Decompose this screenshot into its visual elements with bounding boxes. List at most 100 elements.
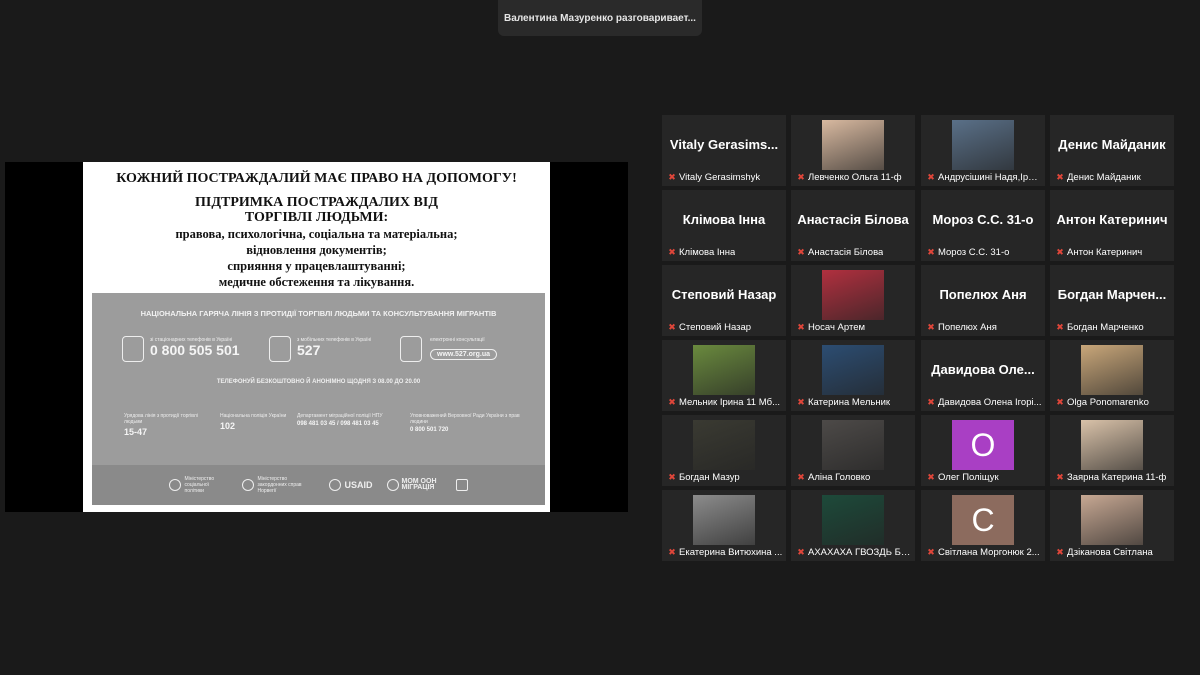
contact-number-1: 15-47	[124, 427, 148, 437]
participant-name: Olga Ponomarenko	[1067, 397, 1149, 408]
trident-icon	[169, 479, 182, 491]
mobile-number: 527	[297, 342, 321, 358]
participant-tile[interactable]: Анастасія Білова ✖ Анастасія Білова	[791, 190, 915, 261]
participant-label: ✖ Давидова Олена Ігорі...	[924, 397, 1042, 408]
participant-tile[interactable]: Денис Майданик ✖ Денис Майданик	[1050, 115, 1174, 186]
participant-video	[693, 345, 755, 395]
speaker-toast: Валентина Мазуренко разговаривает...	[498, 0, 702, 36]
online-url: www.527.org.ua	[430, 349, 498, 360]
participant-tile[interactable]: ✖ Носач Артем	[791, 265, 915, 336]
participant-tile[interactable]: Попелюх Аня ✖ Попелюх Аня	[921, 265, 1045, 336]
participant-tile[interactable]: Богдан Марчен... ✖ Богдан Марченко	[1050, 265, 1174, 336]
participant-label: ✖ Аліна Головко	[794, 472, 912, 483]
participant-tile-name: Попелюх Аня	[939, 287, 1027, 302]
participant-label: ✖ Богдан Марченко	[1053, 322, 1171, 333]
participant-tile-name: Денис Майданик	[1058, 137, 1166, 152]
participant-tile[interactable]: ✖ Мельник Ірина 11 Мб...	[662, 340, 786, 411]
mic-off-icon: ✖	[927, 247, 935, 257]
participant-tile[interactable]: ✖ Андрусішині Надя,Іра,...	[921, 115, 1045, 186]
participant-tile[interactable]: ✖ Заярна Катерина 11-ф	[1050, 415, 1174, 486]
participant-tile-name: Vitaly Gerasims...	[669, 137, 779, 152]
participant-name: Давидова Олена Ігорі...	[938, 397, 1042, 408]
participant-name: Денис Майданик	[1067, 172, 1141, 183]
participant-name: Носач Артем	[808, 322, 866, 333]
contact-caption-3: Департамент міграційної поліції НПУ	[297, 413, 383, 419]
poster-logo-strip: Міністерство соціальної політики Міністе…	[92, 465, 545, 505]
partner-logo-icon	[455, 479, 468, 491]
participant-name: Мороз С.С. 31-о	[938, 247, 1010, 258]
participant-tile-name: Антон Катеринич	[1056, 212, 1168, 227]
participant-label: ✖ Денис Майданик	[1053, 172, 1171, 183]
participant-tile[interactable]: Антон Катеринич ✖ Антон Катеринич	[1050, 190, 1174, 261]
participant-tile[interactable]: Vitaly Gerasims... ✖ Vitaly Gerasimshyk	[662, 115, 786, 186]
participant-tile-name: Давидова Оле...	[931, 362, 1035, 377]
participant-name: Попелюх Аня	[938, 322, 997, 333]
slide-heading-1: КОЖНИЙ ПОСТРАЖДАЛИЙ МАЄ ПРАВО НА ДОПОМОГ…	[116, 171, 517, 186]
participant-name: Левченко Ольга 11-ф	[808, 172, 902, 183]
participant-name: Катерина Мельник	[808, 397, 891, 408]
logo-ministry-social: Міністерство соціальної політики	[169, 476, 228, 494]
participant-label: ✖ Світлана Моргонюк 2...	[924, 547, 1042, 558]
contact-caption-4: Уповноважений Верховної Ради України з п…	[410, 413, 520, 425]
slide-line-3: сприяння у працевлаштуванні;	[227, 259, 406, 273]
participant-tile[interactable]: ✖ Olga Ponomarenko	[1050, 340, 1174, 411]
participant-video	[822, 495, 884, 545]
participant-label: ✖ Екатерина Витюхина ...	[665, 547, 783, 558]
participant-name: Екатерина Витюхина ...	[679, 547, 783, 558]
participant-name: Аліна Головко	[808, 472, 871, 483]
participant-tile[interactable]: Давидова Оле... ✖ Давидова Олена Ігорі...	[921, 340, 1045, 411]
participant-name: Vitaly Gerasimshyk	[679, 172, 761, 183]
participant-video	[822, 120, 884, 170]
mic-off-icon: ✖	[668, 397, 676, 407]
participant-tile[interactable]: ✖ Катерина Мельник	[791, 340, 915, 411]
mic-off-icon: ✖	[1056, 547, 1064, 557]
participant-tile[interactable]: ✖ Дзіканова Світлана	[1050, 490, 1174, 561]
participant-video	[822, 270, 884, 320]
participant-avatar: O	[952, 420, 1014, 470]
poster-title: НАЦІОНАЛЬНА ГАРЯЧА ЛІНІЯ З ПРОТИДІЇ ТОРГ…	[140, 309, 497, 318]
participant-label: ✖ АХАХАХА ГВОЗДЬ БЕГ...	[794, 547, 912, 558]
slide-heading-3: ТОРГІВЛІ ЛЮДЬМИ:	[244, 210, 389, 225]
slide-line-2: відновлення документів;	[246, 243, 387, 257]
participant-label: ✖ Степовий Назар	[665, 322, 783, 333]
hotline-poster: НАЦІОНАЛЬНА ГАРЯЧА ЛІНІЯ З ПРОТИДІЇ ТОРГ…	[92, 293, 545, 505]
participant-video	[1081, 345, 1143, 395]
mic-off-icon: ✖	[797, 322, 805, 332]
participant-tile-name: Степовий Назар	[671, 287, 777, 302]
mic-off-icon: ✖	[668, 322, 676, 332]
participant-tile[interactable]: C ✖ Світлана Моргонюк 2...	[921, 490, 1045, 561]
contact-caption-2: Національна поліція України	[220, 413, 287, 419]
participant-tile[interactable]: ✖ Левченко Ольга 11-ф	[791, 115, 915, 186]
mic-off-icon: ✖	[927, 322, 935, 332]
participant-tile[interactable]: Степовий Назар ✖ Степовий Назар	[662, 265, 786, 336]
participant-tile[interactable]: Мороз С.С. 31-о ✖ Мороз С.С. 31-о	[921, 190, 1045, 261]
participant-tile[interactable]: O ✖ Олег Поліщук	[921, 415, 1045, 486]
slide-heading-2: ПІДТРИМКА ПОСТРАЖДАЛИХ ВІД	[195, 195, 438, 210]
participant-video	[1081, 495, 1143, 545]
participant-label: ✖ Катерина Мельник	[794, 397, 912, 408]
participant-video	[693, 420, 755, 470]
mic-off-icon: ✖	[668, 172, 676, 182]
participant-video	[1081, 420, 1143, 470]
participant-tile[interactable]: ✖ Аліна Головко	[791, 415, 915, 486]
participant-tile[interactable]: ✖ Екатерина Витюхина ...	[662, 490, 786, 561]
participant-tile[interactable]: ✖ АХАХАХА ГВОЗДЬ БЕГ...	[791, 490, 915, 561]
mic-off-icon: ✖	[797, 247, 805, 257]
free-call-note: ТЕЛЕФОНУЙ БЕЗКОШТОВНО Й АНОНІМНО ЩОДНЯ З…	[216, 379, 421, 385]
participant-tile[interactable]: Клімова Інна ✖ Клімова Інна	[662, 190, 786, 261]
participant-label: ✖ Богдан Мазур	[665, 472, 783, 483]
participant-name: Мельник Ірина 11 Мб...	[679, 397, 781, 408]
landline-phone-icon	[122, 336, 144, 362]
slide-line-1: правова, психологічна, соціальна та мате…	[175, 227, 458, 241]
participant-tile[interactable]: ✖ Богдан Мазур	[662, 415, 786, 486]
contact-number-3: 098 481 03 45 / 098 481 03 45	[297, 421, 379, 427]
mic-off-icon: ✖	[1056, 322, 1064, 332]
mic-off-icon: ✖	[1056, 172, 1064, 182]
mic-off-icon: ✖	[797, 472, 805, 482]
participant-tile-name: Анастасія Білова	[797, 212, 909, 227]
usaid-seal-icon	[329, 479, 342, 491]
iom-globe-icon	[386, 479, 399, 491]
participant-name: Клімова Інна	[679, 247, 736, 258]
participant-label: ✖ Vitaly Gerasimshyk	[665, 172, 783, 183]
participant-video	[952, 120, 1014, 170]
